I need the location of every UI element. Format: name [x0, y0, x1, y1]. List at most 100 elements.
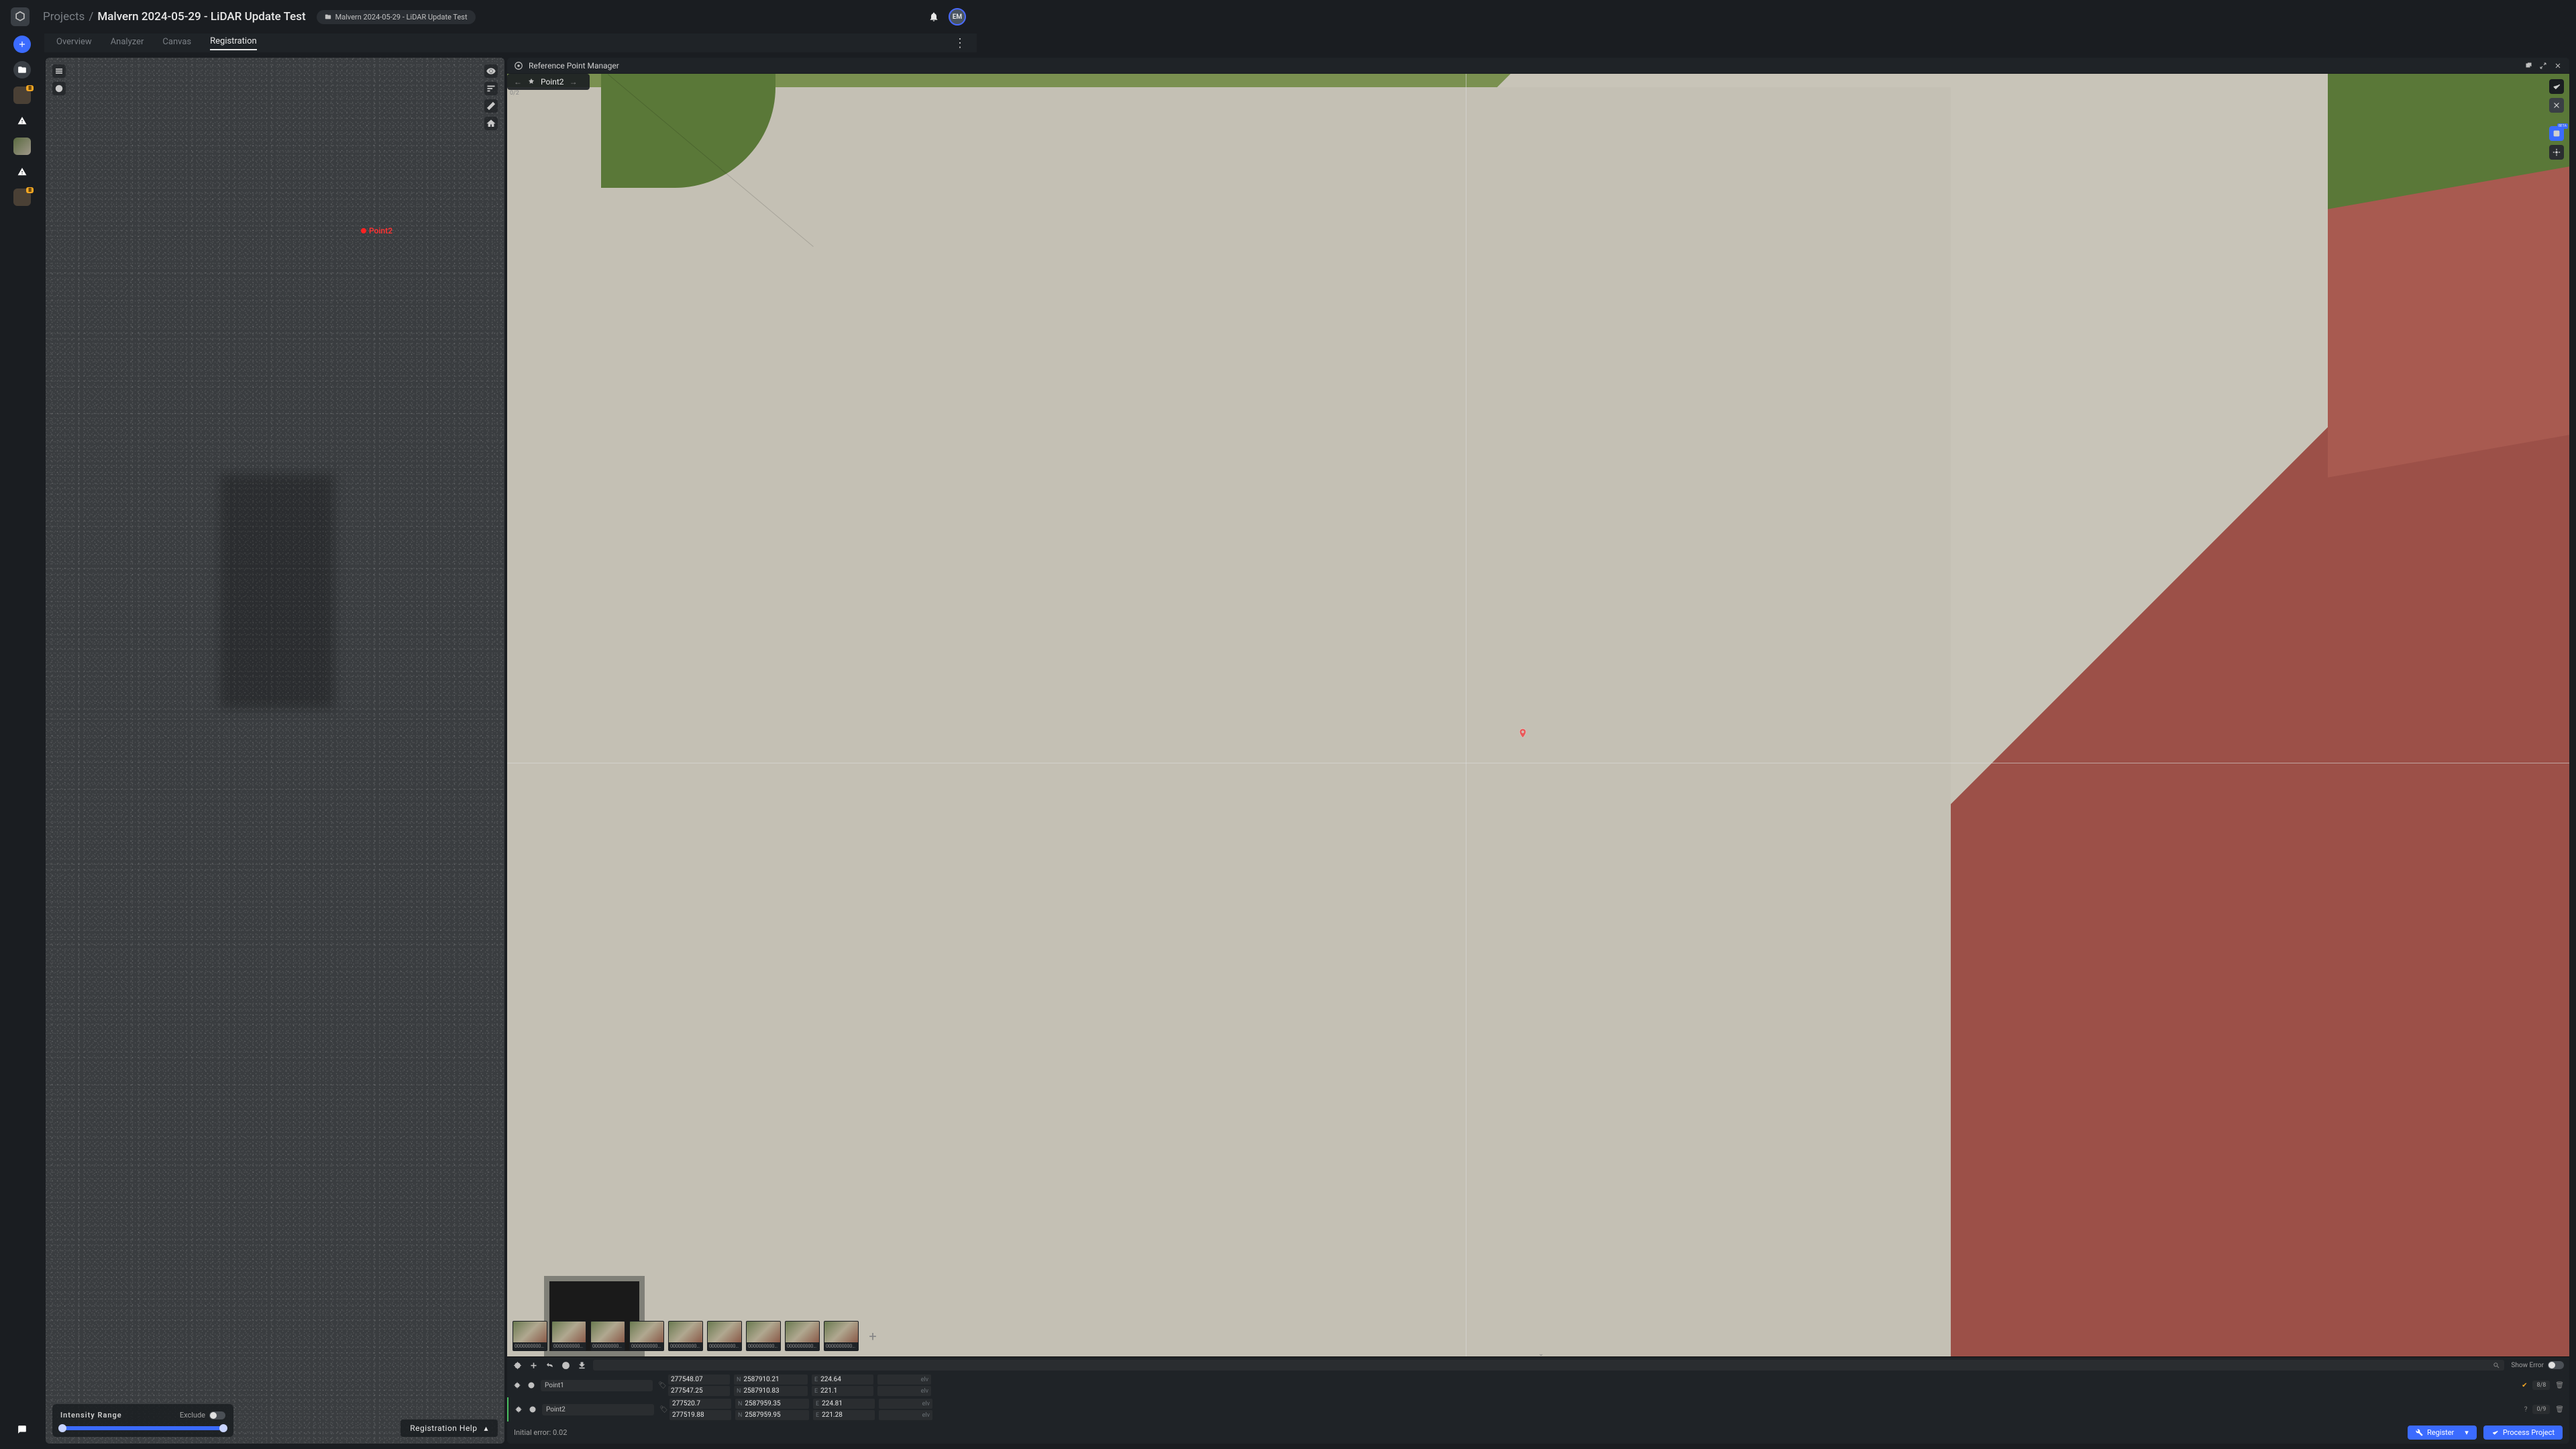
clear-icon[interactable]	[561, 1360, 570, 1370]
coord-cell[interactable]: N2587910.21	[734, 1375, 808, 1385]
nav-prev-icon[interactable]: ←	[514, 77, 522, 87]
cancel-icon[interactable]	[2549, 98, 2564, 113]
coord-cell[interactable]: E224.64	[812, 1375, 873, 1385]
bell-icon[interactable]	[928, 11, 939, 22]
radio-icon[interactable]	[528, 1405, 537, 1414]
tab-overview[interactable]: Overview	[56, 37, 92, 50]
tab-canvas[interactable]: Canvas	[162, 37, 191, 50]
point-nav: ← Point2 →	[507, 74, 590, 90]
thumb-5[interactable]: 00000000000...	[707, 1321, 742, 1351]
warning-icon-1[interactable]	[13, 112, 31, 129]
coord-cell[interactable]: elv	[879, 1410, 932, 1420]
kebab-menu-icon[interactable]: ⋮	[954, 36, 966, 50]
chat-icon[interactable]	[13, 1421, 31, 1438]
thumb-4[interactable]: 00000000000...	[668, 1321, 703, 1351]
project-thumb-2[interactable]	[13, 138, 31, 155]
coord-cell[interactable]: 277520.7	[669, 1399, 731, 1409]
project-thumb-3[interactable]: II	[13, 189, 31, 206]
point-search[interactable]	[593, 1360, 2504, 1371]
radio-icon[interactable]	[527, 1381, 535, 1390]
tab-registration[interactable]: Registration	[210, 36, 257, 50]
pointcloud-panel[interactable]: Point2 Intensity Range Exclude	[46, 58, 504, 1444]
project-thumb-1[interactable]: II	[13, 87, 31, 104]
tag-icon[interactable]: 🏷	[659, 1406, 668, 1413]
thumb-2[interactable]: 00000000000...	[590, 1321, 625, 1351]
target-icon[interactable]	[52, 82, 66, 95]
ai-tool-icon[interactable]	[2549, 126, 2564, 141]
point-marker[interactable]: Point2	[361, 226, 392, 235]
coord-cell[interactable]: elv	[877, 1386, 931, 1396]
coord-cell[interactable]: E221.28	[813, 1410, 875, 1420]
avatar[interactable]: EM	[949, 8, 966, 25]
expand-icon[interactable]	[2538, 61, 2548, 70]
tab-analyzer[interactable]: Analyzer	[111, 37, 144, 50]
intensity-panel: Intensity Range Exclude	[52, 1404, 233, 1437]
home-icon[interactable]	[484, 117, 498, 130]
nav-next-icon[interactable]: →	[570, 77, 578, 87]
thumb-7[interactable]: 00000000000...	[785, 1321, 820, 1351]
project-pill[interactable]: Malvern 2024-05-29 - LiDAR Update Test	[317, 10, 476, 24]
map-pin-icon[interactable]	[1517, 728, 1528, 743]
thumb-0[interactable]: 00000000000...	[513, 1321, 547, 1351]
thumb-1[interactable]: 00000000000...	[551, 1321, 586, 1351]
pause-badge: II	[26, 85, 34, 91]
coord-cell[interactable]: 277548.07	[668, 1375, 730, 1385]
undo-icon[interactable]	[545, 1360, 554, 1370]
coord-cell[interactable]: N2587910.83	[734, 1386, 808, 1396]
status-check-icon[interactable]: ✔	[2522, 1382, 2527, 1389]
trash-icon[interactable]: 🗑	[2555, 1382, 2564, 1389]
tag-icon[interactable]: 🏷	[658, 1382, 667, 1389]
slider-handle-min[interactable]	[58, 1424, 66, 1432]
thumb-6[interactable]: 00000000000...	[746, 1321, 781, 1351]
thumbs-collapse-icon[interactable]: ⌄	[1538, 1350, 1544, 1356]
coord-cell[interactable]: elv	[879, 1399, 932, 1409]
status-question-icon[interactable]: ?	[2524, 1406, 2528, 1413]
point-name-1[interactable]: Point1	[541, 1380, 653, 1391]
verified-icon	[527, 78, 535, 86]
point-dot-icon	[361, 228, 366, 233]
close-icon[interactable]	[2553, 61, 2563, 70]
eye-icon[interactable]	[484, 64, 498, 78]
aerial-view[interactable]: ← Point2 → 0/2 00000000000... 0000000	[507, 74, 2569, 1356]
warning-icon-2[interactable]	[13, 163, 31, 180]
locate-point-icon[interactable]	[514, 1405, 523, 1414]
coord-cell[interactable]: elv	[877, 1375, 931, 1385]
thumb-3[interactable]: 00000000000...	[629, 1321, 664, 1351]
thumb-8[interactable]: 00000000000...	[824, 1321, 859, 1351]
ruler-icon[interactable]	[484, 99, 498, 113]
restore-icon[interactable]	[2524, 61, 2533, 70]
accept-icon[interactable]	[2549, 79, 2564, 94]
process-project-button[interactable]: Process Project	[2483, 1426, 2563, 1440]
register-button[interactable]: Register ▾	[2408, 1426, 2477, 1440]
sliders-icon[interactable]	[484, 82, 498, 95]
breadcrumb-current: Malvern 2024-05-29 - LiDAR Update Test	[97, 10, 305, 23]
pointcloud-view[interactable]	[46, 58, 504, 1444]
project-pill-label: Malvern 2024-05-29 - LiDAR Update Test	[335, 13, 468, 21]
add-point-icon[interactable]	[529, 1360, 538, 1370]
locate-icon[interactable]	[513, 1360, 522, 1370]
slider-handle-max[interactable]	[219, 1424, 227, 1432]
locate-point-icon[interactable]	[513, 1381, 521, 1390]
coord-cell[interactable]: E224.81	[813, 1399, 875, 1409]
point-row-1: Point1 🏷 277548.07 N2587910.21 E224.64 e…	[507, 1373, 2569, 1397]
coord-cell[interactable]: N2587959.35	[735, 1399, 809, 1409]
coord-cell[interactable]: N2587959.95	[735, 1410, 809, 1420]
registration-help-button[interactable]: Registration Help ▴	[400, 1419, 498, 1437]
exclude-toggle[interactable]	[209, 1411, 225, 1419]
trash-icon[interactable]: 🗑	[2555, 1406, 2564, 1413]
coord-cell[interactable]: 277519.88	[669, 1410, 731, 1420]
add-button[interactable]	[13, 36, 31, 53]
breadcrumb-parent[interactable]: Projects	[43, 10, 85, 23]
coord-cell[interactable]: 277547.25	[668, 1386, 730, 1396]
center-icon[interactable]	[2549, 145, 2564, 160]
folder-button[interactable]	[13, 61, 31, 78]
thumb-add-button[interactable]: +	[863, 1321, 883, 1351]
download-icon[interactable]	[577, 1360, 586, 1370]
layers-icon[interactable]	[52, 64, 66, 78]
point-name-2[interactable]: Point2	[542, 1404, 654, 1415]
coord-cell[interactable]: E221.1	[812, 1386, 873, 1396]
chevron-up-icon: ▴	[484, 1424, 488, 1433]
show-error-toggle[interactable]	[2548, 1361, 2564, 1369]
intensity-slider[interactable]	[60, 1426, 225, 1430]
app-logo[interactable]	[11, 7, 30, 26]
